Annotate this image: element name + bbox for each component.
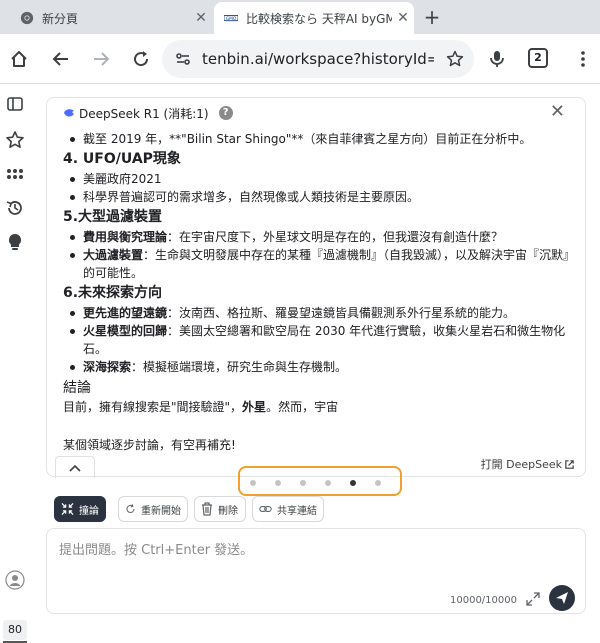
share-label: 共享連結 (277, 505, 317, 517)
response-content: 截至 2019 年，**"Bilin Star Shingo"**（來自菲律賓之… (63, 130, 573, 454)
sidebar-toggle-icon[interactable] (4, 93, 26, 115)
tab-title: 比較検索なら 天秤AI byGMO (246, 11, 392, 26)
send-icon (556, 592, 568, 604)
conclusion-post: 。然而，宇宙 (266, 400, 339, 414)
bookmark-star-icon[interactable] (446, 50, 464, 68)
refresh-icon (126, 504, 135, 513)
left-sidebar: 80 (0, 85, 30, 643)
new-tab-button[interactable]: + (420, 4, 444, 30)
card-close-icon[interactable]: ✕ (550, 101, 565, 122)
open-deepseek-link[interactable]: 打開 DeepSeek (481, 456, 575, 472)
debate-button[interactable]: 撞論 (54, 496, 106, 522)
deepseek-response-card: DeepSeek R1 (消耗:1) ? ✕ 截至 2019 年，**"Bili… (46, 97, 586, 478)
pager-dot[interactable] (250, 480, 256, 486)
collapse-button[interactable] (55, 456, 95, 478)
conclusion-pre: 目前，擁有線搜索是"間接驗證"， (63, 400, 243, 414)
chrome-icon (20, 11, 34, 25)
tab-new-tab[interactable]: 新分頁 ✕ (8, 2, 212, 34)
list-item-bold: 大過濾裝置 (83, 248, 144, 262)
list-item-bold: 深海探索 (83, 360, 132, 374)
arrows-in-icon (61, 503, 74, 515)
forward-arrow-icon[interactable] (88, 46, 114, 72)
share-link-button[interactable]: 共享連結 (252, 496, 324, 522)
section-heading: 5.大型過濾裝置 (63, 209, 163, 225)
list-item: 更先進的望遠鏡：汝南西、格拉斯、羅曼望遠鏡皆具備觀測系外行星系統的能力。 (63, 304, 573, 322)
pager-dot[interactable] (350, 480, 356, 486)
lightbulb-icon[interactable] (4, 231, 26, 253)
open-deepseek-label: 打開 DeepSeek (480, 458, 562, 471)
section-heading: 4. UFO/UAP現象 (63, 151, 181, 167)
favorites-star-icon[interactable] (4, 129, 26, 151)
apps-grid-icon[interactable] (4, 163, 26, 185)
list-item-bold: 火星模型的回歸 (83, 324, 168, 338)
prompt-input-box: 10000/10000 (46, 528, 586, 614)
browser-toolbar: tenbin.ai/workspace?historyId=24526 (0, 34, 600, 84)
pager-dot[interactable] (275, 480, 281, 486)
external-link-icon (565, 459, 574, 469)
menu-kebab-icon[interactable] (570, 46, 596, 72)
svg-text:GMO: GMO (226, 16, 237, 22)
list-item-text: ：模擬極端環境，研究生命與生存機制。 (131, 360, 348, 374)
list-item: 美麗政府2021 (63, 170, 573, 188)
user-avatar-icon[interactable] (4, 569, 26, 591)
tab-tenbin[interactable]: GMO 比較検索なら 天秤AI byGMO ✕ (214, 2, 414, 34)
list-item-text: ：汝南西、格拉斯、羅曼望遠鏡皆具備觀測系外行星系統的能力。 (167, 306, 516, 320)
gmo-favicon-icon: GMO (224, 14, 238, 22)
send-button[interactable] (549, 585, 575, 611)
delete-label: 刪除 (218, 505, 238, 517)
credit-counter: 80 (3, 620, 27, 643)
link-icon (259, 506, 272, 512)
tab-close-icon[interactable]: ✕ (190, 10, 212, 26)
browser-tab-strip: 新分頁 ✕ GMO 比較検索なら 天秤AI byGMO ✕ + (0, 0, 600, 34)
pager-dot[interactable] (375, 480, 381, 486)
debate-label: 撞論 (79, 505, 99, 517)
closing-text: 某個領域逐步討論，有空再補充! (63, 438, 236, 452)
deepseek-whale-icon (64, 109, 74, 117)
expand-icon[interactable] (525, 591, 541, 607)
pager-dot[interactable] (325, 480, 331, 486)
help-icon[interactable]: ? (218, 106, 233, 120)
model-label: DeepSeek R1 (消耗:1) (79, 106, 209, 121)
tab-close-icon[interactable]: ✕ (392, 10, 414, 26)
restart-label: 重新開始 (141, 505, 181, 517)
tab-count-button[interactable]: 2 (528, 48, 548, 68)
chevron-up-icon (69, 464, 81, 472)
back-arrow-icon[interactable] (48, 46, 74, 72)
prompt-input[interactable] (59, 539, 559, 575)
conclusion-text: 目前，擁有線搜索是"間接驗證"，外星。然而，宇宙 (63, 398, 573, 416)
conclusion-title: 結論 (63, 380, 91, 396)
list-item: 深海探索：模擬極端環境，研究生命與生存機制。 (63, 358, 573, 376)
restart-button[interactable]: 重新開始 (118, 496, 188, 522)
section-heading: 6.未來探索方向 (63, 285, 163, 301)
site-settings-icon[interactable] (174, 50, 192, 68)
delete-button[interactable]: 刪除 (194, 496, 246, 522)
list-item: 費用與衡究理論：在宇宙尺度下，外星球文明是存在的，但我還沒有創造什麼？ (63, 228, 573, 246)
list-item-text: ：在宇宙尺度下，外星球文明是存在的，但我還沒有創造什麼？ (167, 230, 504, 244)
card-header: DeepSeek R1 (消耗:1) ? (63, 103, 233, 123)
list-item-bold: 費用與衡究理論 (83, 230, 168, 244)
list-item-bold: 更先進的望遠鏡 (83, 306, 168, 320)
trash-icon (202, 502, 212, 516)
response-pager (238, 466, 402, 496)
pager-dot[interactable] (300, 480, 306, 486)
history-icon[interactable] (4, 197, 26, 219)
tab-title: 新分頁 (42, 11, 79, 26)
home-icon[interactable] (6, 46, 32, 72)
microphone-icon[interactable] (484, 46, 510, 72)
address-bar[interactable]: tenbin.ai/workspace?historyId=24526 (162, 40, 474, 78)
list-item: 火星模型的回歸：美國太空總署和歐空局在 2030 年代進行實驗，收集火星岩石和微… (63, 322, 573, 358)
char-counter: 10000/10000 (450, 595, 517, 606)
list-item: 截至 2019 年，**"Bilin Star Shingo"**（來自菲律賓之… (63, 130, 573, 148)
url-text: tenbin.ai/workspace?historyId=24526 (202, 50, 434, 68)
reload-icon[interactable] (128, 46, 154, 72)
list-item: 大過濾裝置：生命與文明發展中存在的某種『過濾機制』（自我毀滅），以及解決宇宙『沉… (63, 246, 573, 282)
list-item: 科學界普遍認可的需求增多，自然現像或人類技術是主要原因。 (63, 188, 573, 206)
conclusion-bold: 外星 (242, 400, 267, 414)
list-item-text: ：生命與文明發展中存在的某種『過濾機制』（自我毀滅），以及解決宇宙『沉默』的可能… (83, 248, 570, 280)
